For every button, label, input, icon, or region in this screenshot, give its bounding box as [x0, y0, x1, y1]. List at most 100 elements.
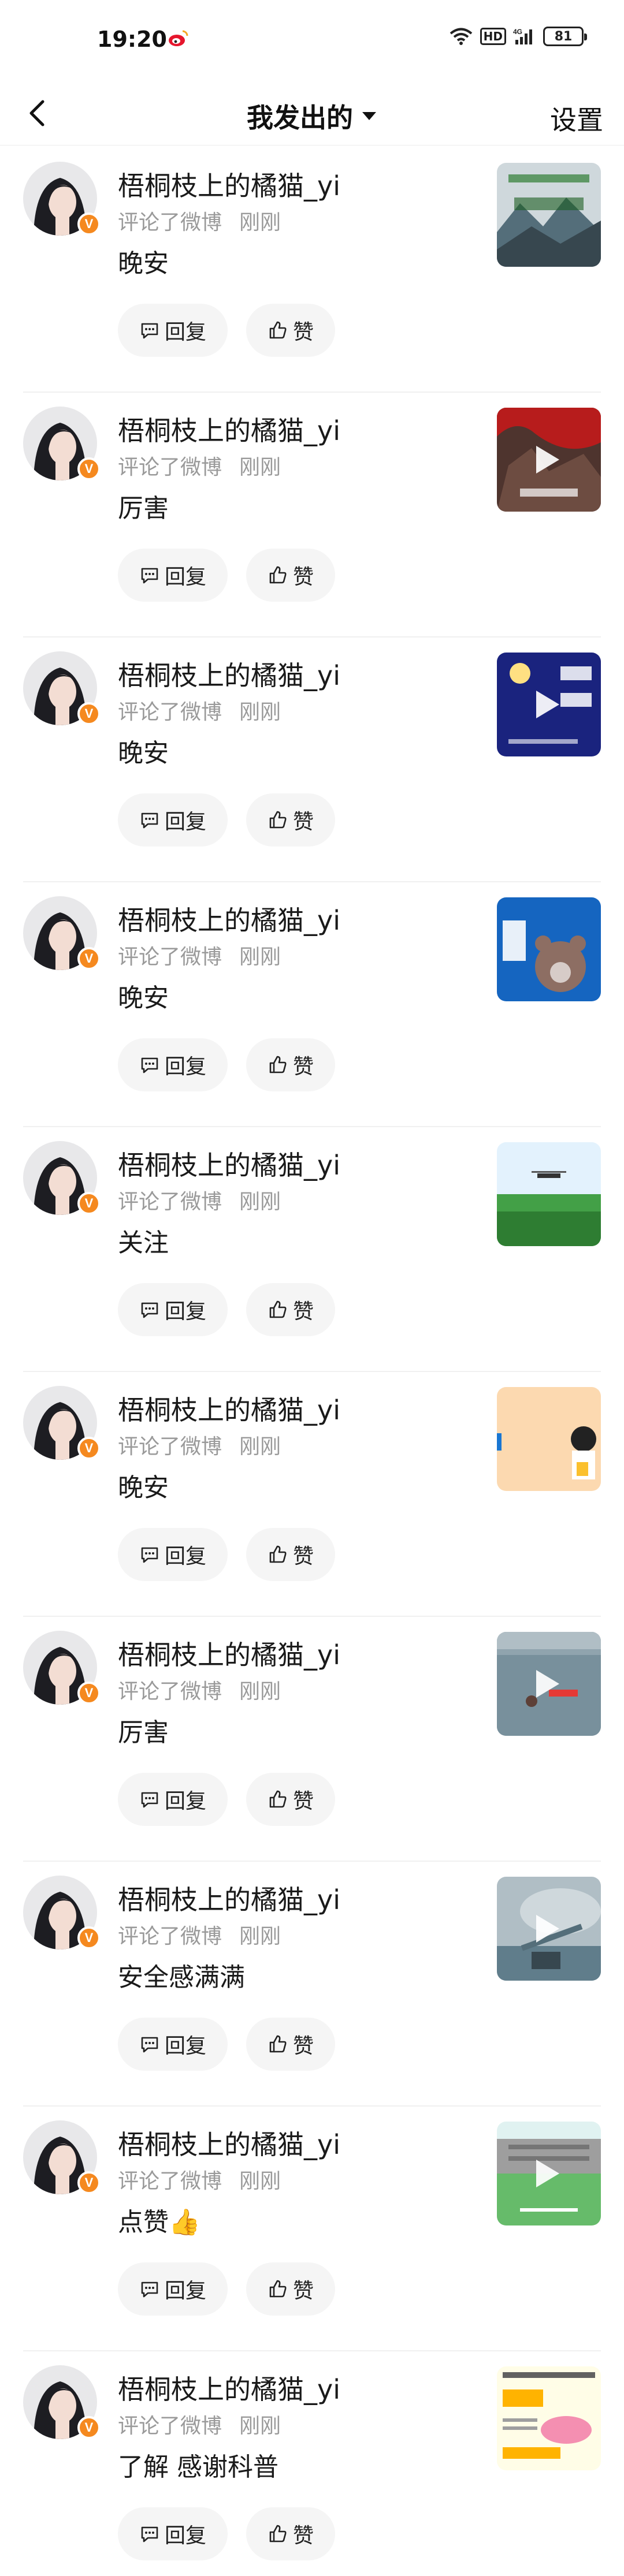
like-button[interactable]: 赞	[246, 549, 335, 602]
reply-button[interactable]: 回复	[118, 1528, 228, 1581]
hd-icon: HD	[480, 28, 506, 45]
reply-label: 回复	[164, 2279, 206, 2303]
like-button[interactable]: 赞	[246, 2507, 335, 2560]
reply-button[interactable]: 回复	[118, 1773, 228, 1826]
weibo-thumbnail[interactable]	[497, 163, 601, 267]
comment-text[interactable]: 厉害	[118, 487, 169, 524]
like-button[interactable]: 赞	[246, 2262, 335, 2316]
comment-feed: V 梧桐枝上的橘猫_yi 评论了微博 刚刚 晚安 回复赞 V 梧桐枝上的橘猫_yi 评论了微博刚…	[0, 148, 624, 2576]
username[interactable]: 梧桐枝上的橘猫_yi	[118, 900, 340, 938]
username[interactable]: 梧桐枝上的橘猫_yi	[118, 410, 340, 448]
reply-button[interactable]: 回复	[118, 2507, 228, 2560]
reply-button[interactable]: 回复	[118, 304, 228, 357]
comment-text[interactable]: 厉害	[118, 1712, 169, 1749]
comment-item[interactable]: V 梧桐枝上的橘猫_yi 评论了微博 刚刚 厉害 回复赞	[23, 393, 601, 638]
weibo-thumbnail[interactable]	[497, 408, 601, 512]
comment-item[interactable]: V 梧桐枝上的橘猫_yi 评论了微博 刚刚 晚安 回复赞	[23, 148, 601, 393]
navigation-bar: 我发出的 设置	[0, 81, 624, 146]
comment-text[interactable]: 了解 感谢科普	[118, 2446, 278, 2483]
comment-icon	[139, 810, 160, 830]
username[interactable]: 梧桐枝上的橘猫_yi	[118, 1389, 340, 1427]
thumbs-up-icon	[268, 2279, 288, 2299]
reply-label: 回复	[164, 1790, 206, 1813]
reply-button[interactable]: 回复	[118, 1283, 228, 1336]
reply-button[interactable]: 回复	[118, 2018, 228, 2071]
like-label: 赞	[292, 1300, 314, 1324]
weibo-thumbnail[interactable]	[497, 2366, 601, 2470]
reply-label: 回复	[164, 320, 206, 344]
username[interactable]: 梧桐枝上的橘猫_yi	[118, 1879, 340, 1917]
comment-meta: 评论了微博 刚刚	[118, 1919, 281, 1949]
weibo-thumbnail[interactable]	[497, 1632, 601, 1736]
username[interactable]: 梧桐枝上的橘猫_yi	[118, 655, 340, 693]
comment-meta: 评论了微博 刚刚	[118, 1185, 281, 1215]
weibo-thumbnail[interactable]	[497, 653, 601, 756]
comment-item[interactable]: V 梧桐枝上的橘猫_yi 评论了微博 刚刚 晚安 回复赞	[23, 638, 601, 882]
comment-text[interactable]: 晚安	[118, 977, 169, 1014]
username[interactable]: 梧桐枝上的橘猫_yi	[118, 1634, 340, 1672]
play-icon	[536, 691, 559, 718]
comment-actions: 回复 赞	[118, 1283, 335, 1336]
comment-time: 刚刚	[239, 2414, 281, 2438]
comment-time: 刚刚	[239, 700, 281, 724]
reply-button[interactable]: 回复	[118, 793, 228, 847]
reply-label: 回复	[164, 1055, 206, 1079]
comment-icon	[139, 1544, 160, 1565]
like-button[interactable]: 赞	[246, 304, 335, 357]
page-title-dropdown[interactable]: 我发出的	[0, 97, 624, 135]
like-button[interactable]: 赞	[246, 1283, 335, 1336]
comment-text[interactable]: 点赞👍	[118, 2201, 200, 2238]
play-icon	[536, 1915, 559, 1943]
comment-text[interactable]: 关注	[118, 1222, 169, 1259]
like-button[interactable]: 赞	[246, 1038, 335, 1091]
comment-item[interactable]: V 梧桐枝上的橘猫_yi 评论了微博 刚刚 晚安 回复赞	[23, 1372, 601, 1617]
weibo-thumbnail[interactable]	[497, 1142, 601, 1246]
weibo-thumbnail[interactable]	[497, 2122, 601, 2225]
username[interactable]: 梧桐枝上的橘猫_yi	[118, 2124, 340, 2162]
like-button[interactable]: 赞	[246, 2018, 335, 2071]
reply-button[interactable]: 回复	[118, 2262, 228, 2316]
reply-button[interactable]: 回复	[118, 549, 228, 602]
comment-action: 评论了微博	[118, 2414, 222, 2438]
like-button[interactable]: 赞	[246, 1528, 335, 1581]
comment-text[interactable]: 安全感满满	[118, 1956, 245, 1993]
v-badge-icon: V	[77, 947, 101, 970]
username[interactable]: 梧桐枝上的橘猫_yi	[118, 165, 340, 203]
comment-action: 评论了微博	[118, 211, 222, 234]
comment-actions: 回复 赞	[118, 793, 335, 847]
weibo-thumbnail[interactable]	[497, 1387, 601, 1491]
like-label: 赞	[292, 1790, 314, 1813]
comment-text[interactable]: 晚安	[118, 1467, 169, 1504]
comment-item[interactable]: V 梧桐枝上的橘猫_yi 评论了微博 刚刚 点赞👍 回复赞	[23, 2107, 601, 2351]
comment-item[interactable]: V 梧桐枝上的橘猫_yi 评论了微博 刚刚晚安回复 赞	[23, 882, 601, 1127]
username[interactable]: 梧桐枝上的橘猫_yi	[118, 1145, 340, 1183]
settings-button[interactable]: 设置	[550, 99, 603, 137]
comment-text[interactable]: 晚安	[118, 732, 169, 769]
like-button[interactable]: 赞	[246, 1773, 335, 1826]
v-badge-icon: V	[77, 457, 101, 480]
comment-time: 刚刚	[239, 1435, 281, 1459]
thumbs-up-icon	[268, 2523, 288, 2544]
like-label: 赞	[292, 565, 314, 589]
comment-icon	[139, 1299, 160, 1320]
weibo-thumbnail[interactable]	[497, 1877, 601, 1981]
comment-text[interactable]: 晚安	[118, 243, 169, 279]
comment-icon	[139, 565, 160, 586]
thumbs-up-icon	[268, 1789, 288, 1810]
comment-icon	[139, 2279, 160, 2299]
reply-button[interactable]: 回复	[118, 1038, 228, 1091]
username[interactable]: 梧桐枝上的橘猫_yi	[118, 2369, 340, 2407]
comment-icon	[139, 1054, 160, 1075]
like-button[interactable]: 赞	[246, 793, 335, 847]
weibo-notification-icon	[168, 29, 188, 47]
comment-item[interactable]: V 梧桐枝上的橘猫_yi 评论了微博 刚刚安全感满满回复赞	[23, 1862, 601, 2107]
comment-item[interactable]: V 梧桐枝上的橘猫_yi 评论了微博 刚刚 厉害 回复赞	[23, 1617, 601, 1862]
comment-meta: 评论了微博 刚刚	[118, 940, 281, 970]
comment-item[interactable]: V 梧桐枝上的橘猫_yi 评论了微博 刚刚 关注 回复赞	[23, 1127, 601, 1372]
v-badge-icon: V	[77, 1926, 101, 1949]
weibo-thumbnail[interactable]	[497, 897, 601, 1001]
comment-icon	[139, 1789, 160, 1810]
comment-time: 刚刚	[239, 211, 281, 234]
thumbs-up-icon	[268, 1544, 288, 1565]
comment-item[interactable]: V 梧桐枝上的橘猫_yi 评论了微博 刚刚 了解 感谢科普 回复赞	[23, 2351, 601, 2576]
